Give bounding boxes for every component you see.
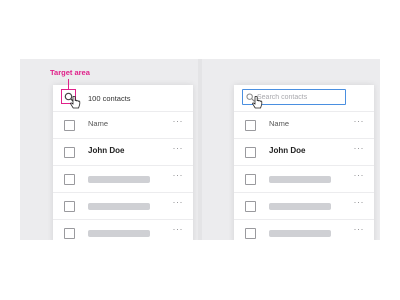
table-row[interactable]: ··· [234, 192, 374, 220]
placeholder-name [88, 176, 150, 183]
table-header-row: Name ··· [234, 111, 374, 139]
table-row[interactable]: John Doe ··· [53, 138, 193, 166]
contacts-count: 100 contacts [88, 94, 131, 103]
table-row[interactable]: ··· [53, 165, 193, 193]
row-checkbox[interactable] [64, 201, 75, 212]
placeholder-name [269, 176, 331, 183]
name-column-header: Name [269, 119, 290, 128]
name-column-header: Name [88, 119, 109, 128]
placeholder-name [269, 203, 331, 210]
row-checkbox[interactable] [64, 147, 75, 158]
more-options-icon[interactable]: ··· [173, 224, 184, 234]
more-options-icon[interactable]: ··· [354, 197, 365, 207]
row-checkbox[interactable] [64, 174, 75, 185]
more-options-icon[interactable]: ··· [354, 170, 365, 180]
table-row[interactable]: ··· [53, 219, 193, 240]
more-options-icon[interactable]: ··· [354, 116, 365, 126]
row-checkbox[interactable] [245, 228, 256, 239]
placeholder-name [88, 230, 150, 237]
select-all-checkbox[interactable] [245, 120, 256, 131]
select-all-checkbox[interactable] [64, 120, 75, 131]
row-checkbox[interactable] [245, 147, 256, 158]
hand-cursor-icon [70, 96, 81, 109]
row-checkbox[interactable] [64, 228, 75, 239]
placeholder-name [269, 230, 331, 237]
more-options-icon[interactable]: ··· [173, 116, 184, 126]
contact-name: John Doe [88, 146, 125, 155]
more-options-icon[interactable]: ··· [173, 170, 184, 180]
more-options-icon[interactable]: ··· [173, 143, 184, 153]
more-options-icon[interactable]: ··· [354, 224, 365, 234]
search-input[interactable] [257, 91, 343, 103]
more-options-icon[interactable]: ··· [354, 143, 365, 153]
table-header-row: Name ··· [53, 111, 193, 139]
table-row[interactable]: ··· [53, 192, 193, 220]
table-row[interactable]: ··· [234, 219, 374, 240]
table-row[interactable]: ··· [234, 165, 374, 193]
table-row[interactable]: John Doe ··· [234, 138, 374, 166]
more-options-icon[interactable]: ··· [173, 197, 184, 207]
target-area-label: Target area [50, 68, 90, 77]
row-checkbox[interactable] [245, 201, 256, 212]
placeholder-name [88, 203, 150, 210]
row-checkbox[interactable] [245, 174, 256, 185]
contact-name: John Doe [269, 146, 306, 155]
comparison-stage: 100 contacts Name ··· John Doe ··· ··· ·… [20, 59, 380, 240]
hand-cursor-icon [252, 96, 263, 109]
target-area-pointer-line [68, 79, 69, 89]
